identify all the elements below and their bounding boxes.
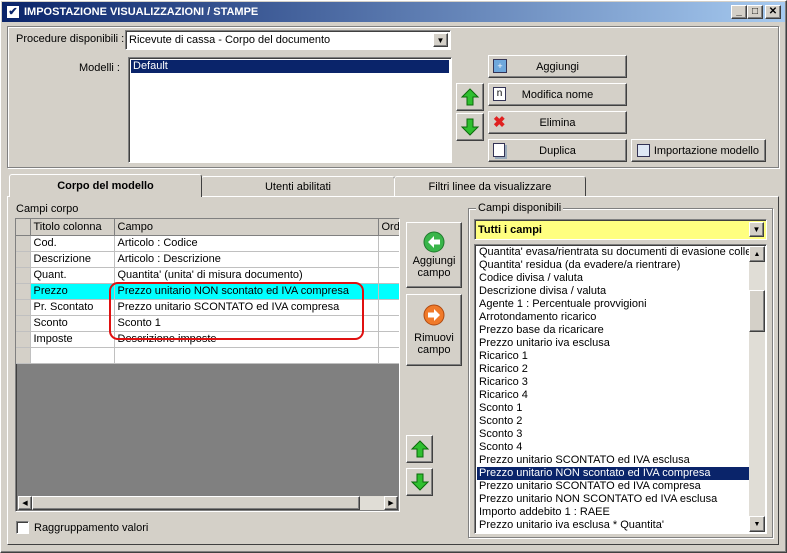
list-item[interactable]: Prezzo unitario iva esclusa [477, 337, 750, 350]
row-titolo[interactable]: Sconto [30, 315, 115, 332]
table-row[interactable]: Descrizione Articolo : Descrizione [16, 251, 399, 268]
maximize-button[interactable]: □ [747, 5, 763, 19]
header-ordine[interactable]: Ordi [378, 219, 399, 236]
chevron-down-icon[interactable]: ▼ [749, 222, 764, 237]
rename-icon: n [493, 87, 506, 101]
list-item[interactable]: Quantita' residua (da evadere/a rientrar… [477, 259, 750, 272]
row-titolo[interactable]: Prezzo [30, 283, 115, 300]
list-item[interactable]: Quantita' evasa/rientrata su documenti d… [477, 246, 750, 259]
list-item[interactable]: Prezzo unitario iva esclusa * Quantita' [477, 519, 750, 532]
list-item[interactable]: Ricarico 4 [477, 389, 750, 402]
title-bar: ✔ IMPOSTAZIONE VISUALIZZAZIONI / STAMPE [2, 2, 785, 22]
delete-x-icon: ✖ [493, 114, 506, 131]
scroll-left-icon[interactable]: ◀ [18, 496, 32, 510]
campi-corpo-label: Campi corpo [16, 203, 79, 215]
row-campo[interactable]: Articolo : Descrizione [114, 251, 379, 268]
minimize-button[interactable]: _ [731, 5, 747, 19]
row-titolo[interactable]: Descrizione [30, 251, 115, 268]
table-row[interactable]: Cod. Articolo : Codice [16, 235, 399, 252]
list-item[interactable]: Arrotondamento ricarico [477, 311, 750, 324]
list-item[interactable]: Descrizione divisa / valuta [477, 285, 750, 298]
tab-corpo-del-modello[interactable]: Corpo del modello [9, 174, 202, 197]
horizontal-scrollbar[interactable]: ◀ ▶ [18, 496, 398, 510]
list-item[interactable]: Ricarico 3 [477, 376, 750, 389]
tab-utenti-abilitati[interactable]: Utenti abilitati [201, 176, 395, 196]
importazione-modello-button[interactable]: Importazione modello [631, 139, 766, 162]
scroll-thumb[interactable] [32, 496, 360, 510]
close-button[interactable]: ✕ [765, 5, 781, 19]
list-item[interactable]: Prezzo unitario SCONTATO ed IVA compresa [477, 480, 750, 493]
list-item[interactable]: Ricarico 1 [477, 350, 750, 363]
move-model-up-button[interactable] [456, 83, 484, 111]
scroll-down-icon[interactable]: ▼ [749, 516, 765, 532]
arrow-up-icon [460, 88, 480, 106]
list-item[interactable]: Sconto 1 [477, 402, 750, 415]
raggruppamento-checkbox[interactable] [16, 521, 29, 534]
row-titolo[interactable]: Imposte [30, 331, 115, 348]
list-item[interactable]: Codice divisa / valuta [477, 272, 750, 285]
row-campo[interactable]: Quantita' (unita' di misura documento) [114, 267, 379, 284]
rimuovi-campo-button[interactable]: Rimuovi campo [406, 294, 462, 366]
campi-filter-select[interactable]: Tutti i campi ▼ [474, 219, 767, 240]
duplica-button[interactable]: Duplica [488, 139, 627, 162]
campi-corpo-grid[interactable]: Titolo colonna Campo Ordi Cod. Articolo … [15, 218, 400, 512]
list-item[interactable]: Prezzo unitario SCONTATO ed IVA esclusa [477, 454, 750, 467]
header-campo[interactable]: Campo [114, 219, 379, 236]
list-item[interactable]: Ricarico 2 [477, 363, 750, 376]
raggruppamento-label: Raggruppamento valori [34, 522, 149, 534]
vertical-scrollbar[interactable]: ▲ ▼ [749, 246, 765, 532]
row-titolo[interactable]: Cod. [30, 235, 115, 252]
window-title: IMPOSTAZIONE VISUALIZZAZIONI / STAMPE [24, 6, 259, 18]
move-model-down-button[interactable] [456, 113, 484, 141]
modelli-item-default[interactable]: Default [131, 60, 449, 73]
window-check-icon: ✔ [6, 5, 20, 19]
procedure-label: Procedure disponibili : [16, 33, 125, 45]
modelli-label: Modelli : [79, 62, 120, 74]
procedure-select[interactable]: Ricevute di cassa - Corpo del documento … [125, 30, 451, 50]
arrow-down-icon [410, 473, 429, 491]
tab-filtri-linee[interactable]: Filtri linee da visualizzare [394, 176, 586, 196]
arrow-right-circle-icon [423, 304, 445, 326]
list-item[interactable]: Sconto 2 [477, 415, 750, 428]
procedure-value: Ricevute di cassa - Corpo del documento [129, 34, 331, 46]
campi-disponibili-label: Campi disponibili [476, 202, 564, 214]
list-item[interactable]: Sconto 4 [477, 441, 750, 454]
scroll-thumb[interactable] [749, 290, 765, 332]
row-titolo[interactable]: Pr. Scontato [30, 299, 115, 316]
list-item[interactable]: Importo addebito 1 : RAEE [477, 506, 750, 519]
modelli-list[interactable]: Default [128, 57, 452, 163]
import-icon [637, 144, 650, 157]
scroll-up-icon[interactable]: ▲ [749, 246, 765, 262]
arrow-down-icon [460, 118, 480, 136]
list-item[interactable]: Prezzo base da ricaricare [477, 324, 750, 337]
add-model-icon: + [493, 59, 507, 73]
scroll-right-icon[interactable]: ▶ [384, 496, 398, 510]
chevron-down-icon[interactable]: ▼ [433, 33, 448, 47]
row-campo[interactable]: Articolo : Codice [114, 235, 379, 252]
arrow-left-circle-icon [423, 231, 445, 253]
move-field-down-button[interactable] [406, 468, 433, 496]
arrow-up-icon [410, 440, 429, 458]
aggiungi-campo-button[interactable]: Aggiungi campo [406, 222, 462, 288]
elimina-button[interactable]: ✖ Elimina [488, 111, 627, 134]
aggiungi-button[interactable]: + Aggiungi [488, 55, 627, 78]
table-row-empty[interactable] [16, 347, 399, 364]
modifica-nome-button[interactable]: n Modifica nome [488, 83, 627, 106]
duplicate-icon [493, 143, 505, 157]
campi-disponibili-list[interactable]: Quantita' evasa/rientrata su documenti d… [474, 244, 767, 534]
list-item-selected[interactable]: Prezzo unitario NON scontato ed IVA comp… [477, 467, 750, 480]
campi-disponibili-items: Quantita' evasa/rientrata su documenti d… [477, 246, 750, 532]
table-row[interactable]: Quant. Quantita' (unita' di misura docum… [16, 267, 399, 284]
row-titolo[interactable]: Quant. [30, 267, 115, 284]
campi-filter-value: Tutti i campi [478, 223, 542, 236]
annotation-highlight [109, 282, 364, 340]
list-item[interactable]: Prezzo unitario NON SCONTATO ed IVA escl… [477, 493, 750, 506]
header-titolo-colonna[interactable]: Titolo colonna [30, 219, 115, 236]
list-item[interactable]: Sconto 3 [477, 428, 750, 441]
move-field-up-button[interactable] [406, 435, 433, 463]
list-item[interactable]: Agente 1 : Percentuale provvigioni [477, 298, 750, 311]
